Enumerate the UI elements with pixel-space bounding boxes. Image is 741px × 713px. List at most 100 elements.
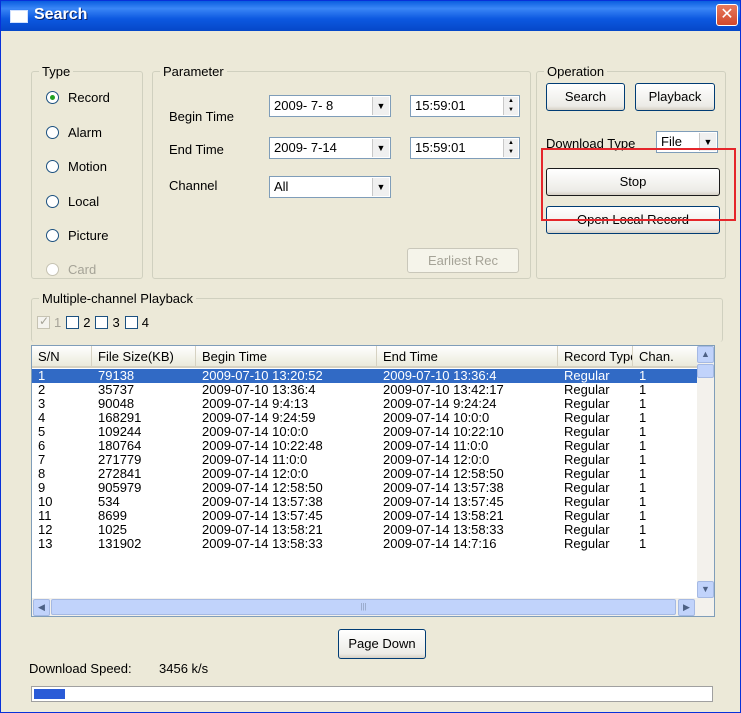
type-option-picture[interactable]: Picture: [46, 226, 108, 244]
table-cell: Regular: [564, 453, 610, 467]
begin-date-value: 2009- 7- 8: [274, 98, 334, 113]
table-cell: 2009-07-14 10:0:0: [202, 425, 309, 439]
table-cell: 272841: [98, 467, 142, 481]
scroll-left-icon[interactable]: ◀: [33, 599, 50, 616]
begin-date-picker[interactable]: 2009- 7- 8 ▼: [269, 95, 391, 117]
table-cell: Regular: [564, 495, 610, 509]
table-cell: 10: [38, 495, 53, 509]
table-row[interactable]: 6 180764 2009-07-14 10:22:48 2009-07-14 11:…: [32, 439, 698, 453]
earliest-rec-button[interactable]: Earliest Rec: [407, 248, 519, 273]
table-cell: 1: [639, 509, 647, 523]
multichannel-legend: Multiple-channel Playback: [39, 291, 197, 306]
table-cell: 1: [639, 453, 647, 467]
stop-highlight-box: [541, 148, 736, 221]
table-row[interactable]: 9 905979 2009-07-14 12:58:50 2009-07-14 13:…: [32, 481, 698, 495]
playback-button[interactable]: Playback: [635, 83, 715, 111]
channel-select[interactable]: All ▼: [269, 176, 391, 198]
table-cell: 1: [639, 467, 647, 481]
spin-arrows-icon[interactable]: ▲ ▼: [503, 139, 518, 157]
table-row[interactable]: 13 131902 2009-07-14 13:58:33 2009-07-14 14…: [32, 537, 698, 551]
channel-label-2: 2: [83, 315, 91, 330]
table-row[interactable]: 8 272841 2009-07-14 12:0:0 2009-07-14 12:58…: [32, 467, 698, 481]
chevron-down-icon[interactable]: ▼: [372, 97, 389, 115]
horizontal-scroll-thumb[interactable]: |||: [51, 599, 676, 615]
channel-label: Channel: [169, 178, 218, 193]
channel-checkbox-4[interactable]: [124, 316, 138, 329]
channel-checkbox-2[interactable]: [66, 316, 80, 329]
scroll-down-icon[interactable]: ▼: [697, 581, 714, 598]
table-cell: 2009-07-10 13:36:4: [383, 369, 497, 383]
type-option-record[interactable]: Record: [46, 88, 110, 106]
column-header[interactable]: File Size(KB): [92, 346, 196, 368]
end-date-picker[interactable]: 2009- 7-14 ▼: [269, 137, 391, 159]
table-cell: 11: [38, 509, 52, 523]
parameter-legend: Parameter: [160, 64, 227, 79]
table-header: S/N File Size(KB) Begin Time End Time Record…: [32, 346, 698, 368]
scroll-thumb[interactable]: [697, 364, 714, 378]
type-option-motion[interactable]: Motion: [46, 157, 107, 175]
column-header[interactable]: S/N: [32, 346, 92, 368]
table-cell: 2009-07-14 9:24:59: [202, 411, 316, 425]
parameter-group: Parameter Begin Time 2009- 7- 8 ▼ 15:59:…: [152, 64, 531, 279]
page-down-button[interactable]: Page Down: [338, 629, 426, 659]
scroll-right-icon[interactable]: ▶: [678, 599, 695, 616]
record-table[interactable]: S/N File Size(KB) Begin Time End Time Record…: [31, 345, 715, 617]
table-cell: 2009-07-14 10:0:0: [383, 411, 490, 425]
radio-button[interactable]: [46, 90, 59, 104]
table-row[interactable]: 10 534 2009-07-14 13:57:38 2009-07-14 13:57…: [32, 495, 698, 509]
scroll-up-icon[interactable]: ▲: [697, 346, 714, 363]
table-cell: 2009-07-14 13:57:45: [202, 509, 323, 523]
horizontal-scrollbar[interactable]: ◀ ||| ▶: [32, 598, 714, 616]
type-option-local[interactable]: Local: [46, 192, 99, 210]
end-time-label: End Time: [169, 142, 224, 157]
table-row[interactable]: 1 79138 2009-07-10 13:20:52 2009-07-10 13:3…: [32, 369, 698, 383]
column-header[interactable]: Record Type: [558, 346, 633, 368]
spin-arrows-icon[interactable]: ▲ ▼: [503, 97, 518, 115]
table-cell: 7: [38, 453, 46, 467]
table-cell: 1: [639, 397, 647, 411]
table-cell: 534: [98, 495, 120, 509]
table-row[interactable]: 11 8699 2009-07-14 13:57:45 2009-07-14 13:5…: [32, 509, 698, 523]
radio-button[interactable]: [46, 194, 59, 208]
window-icon: [10, 10, 28, 23]
table-cell: 1025: [98, 523, 127, 537]
table-row[interactable]: 4 168291 2009-07-14 9:24:59 2009-07-14 10:0…: [32, 411, 698, 425]
begin-time-label: Begin Time: [169, 109, 235, 124]
type-option-alarm[interactable]: Alarm: [46, 123, 102, 141]
radio-button[interactable]: [46, 159, 59, 173]
title-bar[interactable]: Search ✕: [1, 1, 740, 31]
column-header[interactable]: Chan.: [633, 346, 698, 368]
table-cell: Regular: [564, 411, 610, 425]
column-header[interactable]: End Time: [377, 346, 558, 368]
chevron-down-icon[interactable]: ▼: [372, 139, 389, 157]
table-cell: 1: [639, 495, 647, 509]
table-cell: 3: [38, 397, 46, 411]
table-cell: 2009-07-14 9:24:24: [383, 397, 497, 411]
table-cell: 2009-07-14 12:58:50: [383, 467, 504, 481]
radio-button[interactable]: [46, 125, 59, 139]
chevron-down-icon[interactable]: ▼: [372, 178, 389, 196]
download-type-value: File: [661, 134, 682, 149]
table-cell: Regular: [564, 509, 610, 523]
table-row[interactable]: 2 35737 2009-07-10 13:36:4 2009-07-10 13:42…: [32, 383, 698, 397]
download-speed-value: 3456 k/s: [159, 661, 209, 676]
table-cell: 9: [38, 481, 46, 495]
operation-legend: Operation: [544, 64, 608, 79]
end-time-spinner[interactable]: 15:59:01 ▲ ▼: [410, 137, 520, 159]
table-cell: 1: [639, 439, 647, 453]
radio-button[interactable]: [46, 228, 59, 242]
vertical-scrollbar[interactable]: ▲ ▼: [697, 346, 714, 598]
search-button[interactable]: Search: [546, 83, 625, 111]
table-row[interactable]: 3 90048 2009-07-14 9:4:13 2009-07-14 9:24:2…: [32, 397, 698, 411]
begin-time-spinner[interactable]: 15:59:01 ▲ ▼: [410, 95, 520, 117]
table-cell: 1: [639, 369, 647, 383]
close-icon[interactable]: ✕: [716, 4, 738, 26]
column-header[interactable]: Begin Time: [196, 346, 377, 368]
channel-checkbox-3[interactable]: [95, 316, 109, 329]
table-cell: 6: [38, 439, 46, 453]
channel-value: All: [274, 179, 289, 194]
table-row[interactable]: 12 1025 2009-07-14 13:58:21 2009-07-14 13:5…: [32, 523, 698, 537]
table-row[interactable]: 5 109244 2009-07-14 10:0:0 2009-07-14 10:22…: [32, 425, 698, 439]
table-row[interactable]: 7 271779 2009-07-14 11:0:0 2009-07-14 12:0:…: [32, 453, 698, 467]
type-option-label: Local: [68, 193, 100, 209]
